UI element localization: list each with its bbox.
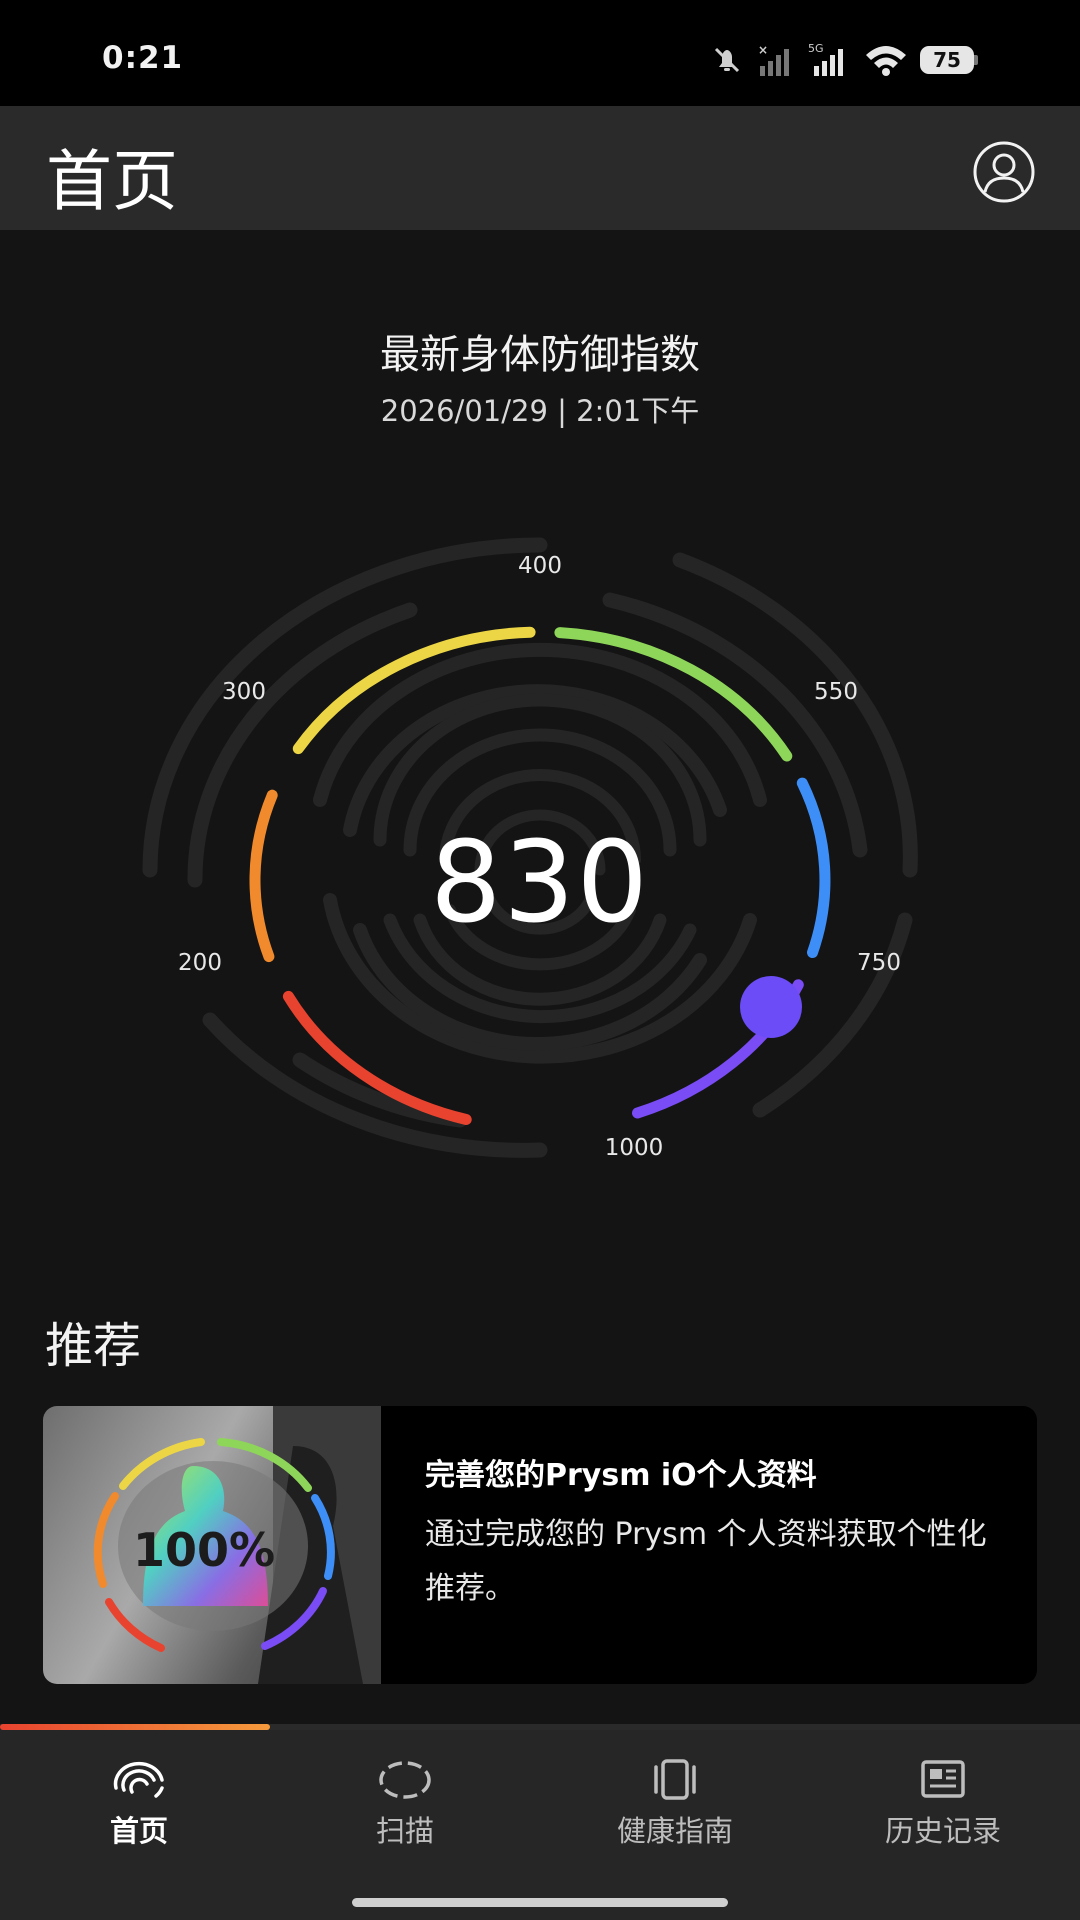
section-title-recommend: 推荐 xyxy=(45,1318,142,1374)
nav-label-guide: 健康指南 xyxy=(616,1814,733,1848)
tick-label-200: 200 xyxy=(178,950,222,976)
user-profile-icon[interactable] xyxy=(972,140,1036,204)
status-icons: × 5G 75 xyxy=(710,38,978,82)
thumbnail-percent: 100% xyxy=(133,1523,275,1577)
thumbnail-illustration: 100% xyxy=(93,1406,381,1684)
recommendation-title: 完善您的Prysm iO个人资料 xyxy=(425,1458,817,1493)
status-time: 0:21 xyxy=(102,40,184,76)
gauge-knob[interactable] xyxy=(740,976,802,1038)
signal-5g-icon: 5G xyxy=(808,42,843,76)
nav-label-home: 首页 xyxy=(109,1814,168,1848)
history-news-icon xyxy=(921,1760,965,1798)
nav-label-scan: 扫描 xyxy=(375,1814,434,1848)
profile-thumbnail-image: 100% xyxy=(43,1406,381,1684)
nav-item-scan[interactable]: 扫描 xyxy=(270,1758,540,1850)
svg-text:×: × xyxy=(758,43,768,57)
bottom-navigation: 首页 扫描 健康指南 历史记录 xyxy=(0,1730,1080,1920)
home-indicator[interactable] xyxy=(352,1898,728,1907)
tick-label-300: 300 xyxy=(222,679,266,705)
battery-level: 75 xyxy=(933,48,961,72)
device-guide-icon xyxy=(654,1759,696,1800)
scan-ring-icon xyxy=(379,1761,431,1799)
profile-recommendation-card[interactable]: 100% 完善您的Prysm iO个人资料 通过完成您的 Prysm 个人资料获… xyxy=(43,1406,1037,1684)
tick-label-750: 750 xyxy=(857,950,901,976)
tick-label-550: 550 xyxy=(814,679,858,705)
score-title: 最新身体防御指数 xyxy=(380,332,700,378)
network-label: 5G xyxy=(808,42,824,55)
score-date: 2026/01/29 | 2:01下午 xyxy=(380,394,700,428)
tick-label-400: 400 xyxy=(518,553,562,579)
app-header: 首页 xyxy=(0,106,1080,230)
mute-bell-icon xyxy=(714,47,740,73)
recommendation-description: 通过完成您的 Prysm 个人资料获取个性化推荐。 xyxy=(425,1517,987,1606)
page-title: 首页 xyxy=(46,143,178,220)
nav-item-guide[interactable]: 健康指南 xyxy=(540,1758,810,1850)
nav-label-history: 历史记录 xyxy=(884,1814,1001,1848)
wifi-icon xyxy=(866,46,906,76)
score-value: 830 xyxy=(430,818,650,948)
status-bar: 0:21 × 5G 75 xyxy=(0,0,1080,106)
battery-icon: 75 xyxy=(920,46,978,74)
signal-no-sim-icon: × xyxy=(758,43,789,76)
nav-item-history[interactable]: 历史记录 xyxy=(808,1758,1078,1850)
tick-label-1000: 1000 xyxy=(604,1135,664,1161)
nav-item-home[interactable]: 首页 xyxy=(4,1758,274,1850)
fingerprint-icon xyxy=(113,1761,164,1798)
